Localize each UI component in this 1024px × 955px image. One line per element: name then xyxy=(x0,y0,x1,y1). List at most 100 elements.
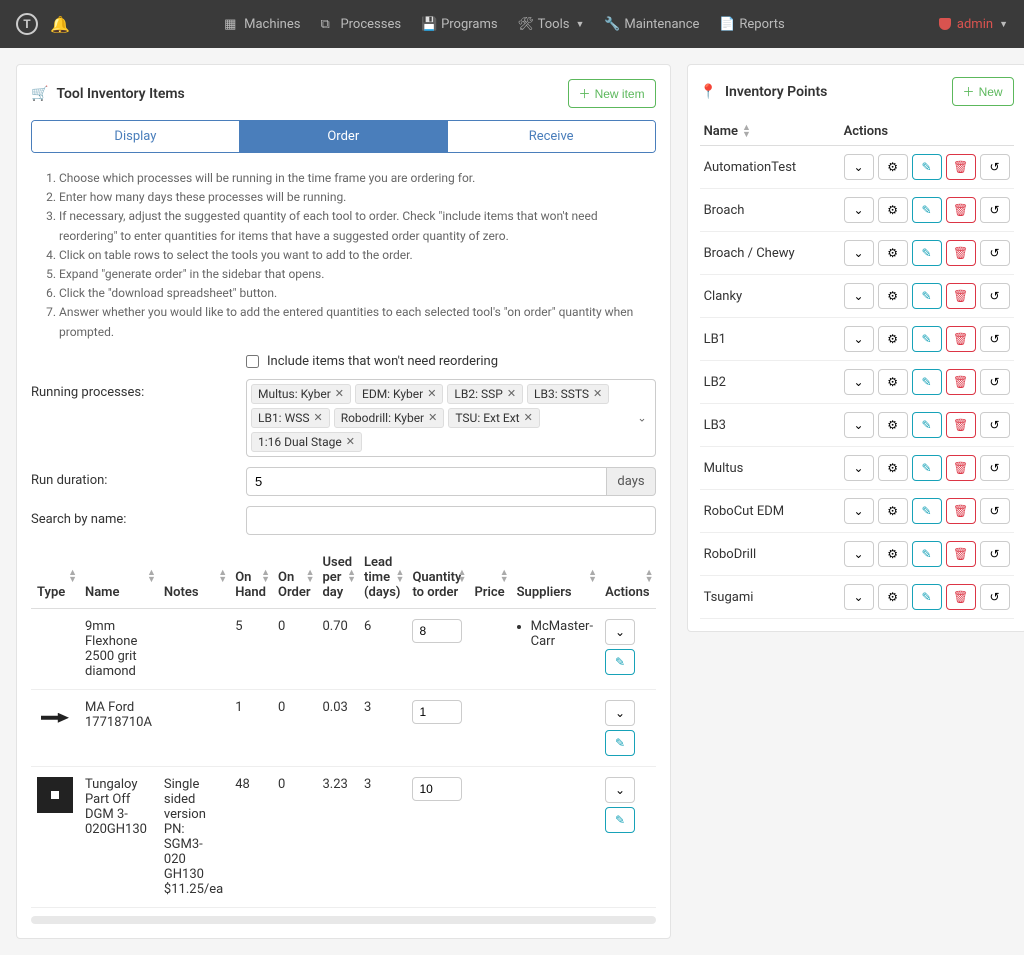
delete-button[interactable]: 🗑 xyxy=(946,412,976,438)
nav-item-processes[interactable]: ⧉Processes xyxy=(320,17,401,32)
edit-button[interactable]: ✎ xyxy=(912,541,942,567)
delete-button[interactable]: 🗑 xyxy=(946,240,976,266)
remove-tag-icon[interactable]: ✕ xyxy=(346,435,355,448)
remove-tag-icon[interactable]: ✕ xyxy=(524,411,533,424)
edit-button[interactable]: ✎ xyxy=(912,154,942,180)
expand-button[interactable]: ⌄ xyxy=(844,154,874,180)
settings-button[interactable]: ⚙ xyxy=(878,498,908,524)
col-lead-time-days-[interactable]: Lead time (days)▲▼ xyxy=(358,547,406,609)
quantity-input[interactable] xyxy=(412,700,462,724)
nav-item-tools[interactable]: 🛠Tools▼ xyxy=(518,17,585,32)
edit-button[interactable]: ✎ xyxy=(912,240,942,266)
quantity-input[interactable] xyxy=(412,619,462,643)
remove-tag-icon[interactable]: ✕ xyxy=(335,387,344,400)
table-row[interactable]: Tungaloy Part Off DGM 3-020GH130Single s… xyxy=(31,766,656,907)
history-button[interactable]: ↺ xyxy=(980,197,1010,223)
horizontal-scrollbar[interactable] xyxy=(31,916,656,924)
expand-button[interactable]: ⌄ xyxy=(844,541,874,567)
expand-button[interactable]: ⌄ xyxy=(605,619,635,645)
nav-item-machines[interactable]: ▦Machines xyxy=(224,17,300,32)
edit-button[interactable]: ✎ xyxy=(912,498,942,524)
delete-button[interactable]: 🗑 xyxy=(946,197,976,223)
remove-tag-icon[interactable]: ✕ xyxy=(593,387,602,400)
running-processes-select[interactable]: Multus: Kyber✕EDM: Kyber✕LB2: SSP✕LB3: S… xyxy=(246,379,656,457)
expand-button[interactable]: ⌄ xyxy=(844,369,874,395)
delete-button[interactable]: 🗑 xyxy=(946,326,976,352)
user-menu[interactable]: admin ▼ xyxy=(939,17,1008,32)
col-name[interactable]: Name▲▼ xyxy=(79,547,158,609)
history-button[interactable]: ↺ xyxy=(980,412,1010,438)
include-items-checkbox[interactable] xyxy=(246,355,259,368)
remove-tag-icon[interactable]: ✕ xyxy=(428,411,437,424)
logo-icon[interactable]: T xyxy=(16,13,38,35)
col-on-hand[interactable]: On Hand▲▼ xyxy=(229,547,272,609)
delete-button[interactable]: 🗑 xyxy=(946,584,976,610)
new-inventory-point-button[interactable]: ＋ New xyxy=(952,77,1014,106)
expand-button[interactable]: ⌄ xyxy=(844,455,874,481)
history-button[interactable]: ↺ xyxy=(980,584,1010,610)
col-quantity-to-order[interactable]: Quantity to order▲▼ xyxy=(406,547,468,609)
tab-display[interactable]: Display xyxy=(32,121,239,152)
col-type[interactable]: Type▲▼ xyxy=(31,547,79,609)
run-duration-input[interactable] xyxy=(246,467,607,496)
expand-button[interactable]: ⌄ xyxy=(844,240,874,266)
delete-button[interactable]: 🗑 xyxy=(946,283,976,309)
col-on-order[interactable]: On Order▲▼ xyxy=(272,547,317,609)
edit-button[interactable]: ✎ xyxy=(605,649,635,675)
edit-button[interactable]: ✎ xyxy=(912,369,942,395)
quantity-input[interactable] xyxy=(412,777,462,801)
col-price[interactable]: Price▲▼ xyxy=(468,547,510,609)
history-button[interactable]: ↺ xyxy=(980,498,1010,524)
col-used-per-day[interactable]: Used per day▲▼ xyxy=(316,547,358,609)
nav-item-maintenance[interactable]: 🔧Maintenance xyxy=(604,17,699,32)
delete-button[interactable]: 🗑 xyxy=(946,369,976,395)
settings-button[interactable]: ⚙ xyxy=(878,412,908,438)
col-notes[interactable]: Notes▲▼ xyxy=(158,547,229,609)
delete-button[interactable]: 🗑 xyxy=(946,498,976,524)
tab-receive[interactable]: Receive xyxy=(447,121,655,152)
remove-tag-icon[interactable]: ✕ xyxy=(313,411,322,424)
nav-item-programs[interactable]: 💾Programs xyxy=(421,17,498,32)
table-row[interactable]: 9mm Flexhone 2500 grit diamond500.706McM… xyxy=(31,608,656,689)
nav-item-reports[interactable]: 📄Reports xyxy=(719,17,784,32)
expand-button[interactable]: ⌄ xyxy=(844,498,874,524)
expand-button[interactable]: ⌄ xyxy=(844,283,874,309)
edit-button[interactable]: ✎ xyxy=(912,197,942,223)
search-input[interactable] xyxy=(246,506,656,535)
expand-button[interactable]: ⌄ xyxy=(844,412,874,438)
edit-button[interactable]: ✎ xyxy=(605,807,635,833)
settings-button[interactable]: ⚙ xyxy=(878,326,908,352)
tab-order[interactable]: Order xyxy=(239,121,447,152)
settings-button[interactable]: ⚙ xyxy=(878,584,908,610)
expand-button[interactable]: ⌄ xyxy=(605,700,635,726)
new-item-button[interactable]: ＋ New item xyxy=(568,79,656,108)
settings-button[interactable]: ⚙ xyxy=(878,154,908,180)
history-button[interactable]: ↺ xyxy=(980,326,1010,352)
history-button[interactable]: ↺ xyxy=(980,283,1010,309)
expand-button[interactable]: ⌄ xyxy=(844,326,874,352)
delete-button[interactable]: 🗑 xyxy=(946,455,976,481)
settings-button[interactable]: ⚙ xyxy=(878,240,908,266)
edit-button[interactable]: ✎ xyxy=(912,455,942,481)
remove-tag-icon[interactable]: ✕ xyxy=(427,387,436,400)
expand-button[interactable]: ⌄ xyxy=(844,197,874,223)
history-button[interactable]: ↺ xyxy=(980,154,1010,180)
edit-button[interactable]: ✎ xyxy=(912,584,942,610)
edit-button[interactable]: ✎ xyxy=(605,730,635,756)
col-suppliers[interactable]: Suppliers▲▼ xyxy=(511,547,599,609)
col-name[interactable]: Name▲▼ xyxy=(700,118,840,146)
expand-button[interactable]: ⌄ xyxy=(605,777,635,803)
settings-button[interactable]: ⚙ xyxy=(878,283,908,309)
settings-button[interactable]: ⚙ xyxy=(878,197,908,223)
remove-tag-icon[interactable]: ✕ xyxy=(507,387,516,400)
history-button[interactable]: ↺ xyxy=(980,455,1010,481)
edit-button[interactable]: ✎ xyxy=(912,412,942,438)
settings-button[interactable]: ⚙ xyxy=(878,369,908,395)
settings-button[interactable]: ⚙ xyxy=(878,455,908,481)
history-button[interactable]: ↺ xyxy=(980,541,1010,567)
history-button[interactable]: ↺ xyxy=(980,369,1010,395)
table-row[interactable]: MA Ford 17718710A100.033⌄✎ xyxy=(31,689,656,766)
settings-button[interactable]: ⚙ xyxy=(878,541,908,567)
edit-button[interactable]: ✎ xyxy=(912,326,942,352)
expand-button[interactable]: ⌄ xyxy=(844,584,874,610)
